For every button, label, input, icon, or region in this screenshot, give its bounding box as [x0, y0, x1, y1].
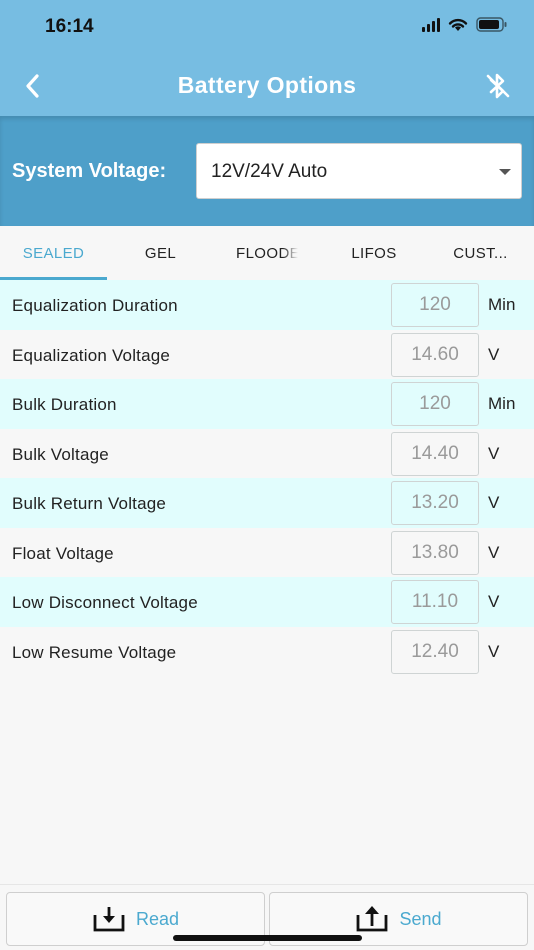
battery-type-tabs: SEALED GEL FLOODE LIFOS CUST...	[0, 226, 534, 280]
setting-row-float-voltage: Float Voltage 13.80 V	[0, 528, 534, 578]
setting-row-low-disconnect-voltage: Low Disconnect Voltage 11.10 V	[0, 577, 534, 627]
upload-icon	[357, 906, 388, 932]
system-voltage-value: 12V/24V Auto	[211, 161, 328, 182]
wifi-icon	[448, 18, 468, 31]
status-time: 16:14	[45, 16, 94, 37]
home-indicator[interactable]	[173, 935, 362, 941]
bulk-voltage-input[interactable]: 14.40	[391, 431, 479, 476]
setting-row-low-resume-voltage: Low Resume Voltage 12.40 V	[0, 627, 534, 677]
float-voltage-input[interactable]: 13.80	[391, 530, 479, 575]
tab-custom[interactable]: CUST...	[427, 226, 534, 280]
system-voltage-panel: System Voltage: 12V/24V Auto	[0, 116, 534, 226]
low-disconnect-voltage-input[interactable]: 11.10	[391, 580, 479, 624]
tab-gel[interactable]: GEL	[107, 226, 214, 280]
setting-unit: V	[488, 443, 500, 463]
setting-label: Low Resume Voltage	[12, 642, 177, 662]
setting-row-bulk-duration: Bulk Duration 120 Min	[0, 379, 534, 429]
setting-label: Bulk Duration	[12, 395, 117, 414]
system-voltage-select[interactable]: 12V/24V Auto	[196, 143, 522, 199]
equalization-duration-input[interactable]: 120	[391, 283, 479, 327]
page-title: Battery Options	[177, 72, 357, 98]
setting-label: Equalization Duration	[12, 296, 178, 315]
setting-unit: Min	[488, 394, 516, 413]
battery-icon	[476, 17, 507, 32]
download-icon	[93, 907, 125, 932]
tab-flooded-label: FLOODE	[236, 244, 298, 262]
tab-sealed[interactable]: SEALED	[0, 226, 107, 280]
status-bar: 16:14	[0, 0, 534, 56]
setting-label: Low Disconnect Voltage	[12, 593, 198, 612]
setting-row-equalization-duration: Equalization Duration 120 Min	[0, 280, 534, 330]
status-icons	[422, 17, 508, 32]
setting-unit: V	[488, 542, 500, 562]
setting-unit: Min	[488, 295, 516, 314]
setting-unit: V	[488, 493, 500, 512]
setting-label: Float Voltage	[12, 543, 114, 563]
read-button-label: Read	[135, 908, 180, 929]
cellular-signal-icon	[422, 17, 440, 32]
setting-row-equalization-voltage: Equalization Voltage 14.60 V	[0, 330, 534, 380]
tab-flooded[interactable]: FLOODE	[214, 226, 321, 280]
setting-label: Bulk Return Voltage	[12, 494, 167, 513]
setting-unit: V	[488, 344, 500, 364]
equalization-voltage-input[interactable]: 14.60	[391, 332, 479, 377]
setting-unit: V	[488, 641, 500, 661]
setting-label: Bulk Voltage	[12, 444, 109, 464]
setting-label: Equalization Voltage	[12, 345, 171, 365]
setting-unit: V	[488, 592, 500, 611]
battery-settings-list: Equalization Duration 120 Min Equalizati…	[0, 280, 534, 676]
nav-bar: Battery Options	[0, 56, 534, 116]
setting-row-bulk-return-voltage: Bulk Return Voltage 13.20 V	[0, 478, 534, 528]
bluetooth-button[interactable]	[480, 68, 516, 104]
low-resume-voltage-input[interactable]: 12.40	[391, 629, 479, 674]
dropdown-caret-icon	[499, 169, 511, 175]
bulk-return-voltage-input[interactable]: 13.20	[391, 481, 479, 525]
setting-row-bulk-voltage: Bulk Voltage 14.40 V	[0, 429, 534, 479]
bluetooth-icon	[486, 73, 510, 99]
bulk-duration-input[interactable]: 120	[391, 382, 479, 426]
tab-lifos[interactable]: LIFOS	[321, 226, 427, 280]
system-voltage-label: System Voltage:	[12, 160, 167, 182]
send-button-label: Send	[399, 908, 442, 929]
